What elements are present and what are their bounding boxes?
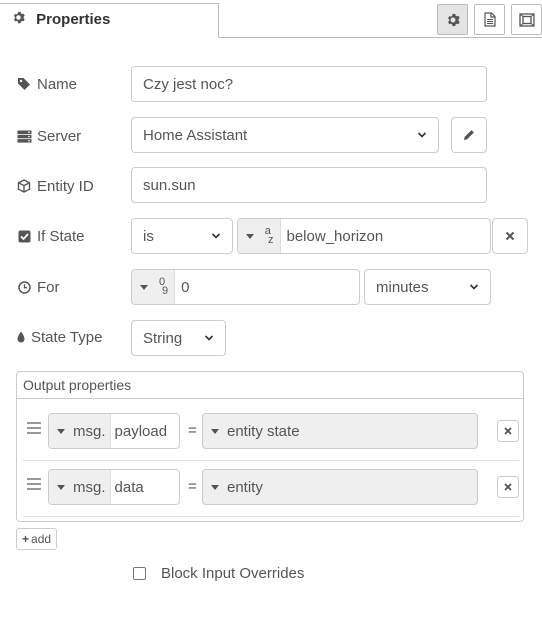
tab-properties-label: Properties	[36, 11, 111, 28]
name-label: Name	[16, 74, 77, 94]
server-select[interactable]: Home Assistant	[131, 117, 439, 153]
close-icon	[504, 427, 512, 435]
name-input[interactable]: Czy jest noc?	[131, 66, 487, 102]
chevron-down-icon	[211, 233, 221, 239]
tab-settings-button[interactable]	[437, 4, 468, 35]
remove-row-button[interactable]	[497, 476, 519, 498]
state-type-label: State Type	[16, 327, 102, 347]
chevron-down-icon	[204, 335, 214, 341]
state-type-select[interactable]: String	[131, 320, 226, 356]
cube-icon	[16, 179, 32, 193]
for-value-typedinput[interactable]: 0 9 0	[131, 269, 360, 305]
caret-down-icon	[246, 233, 254, 239]
close-icon	[505, 231, 515, 241]
output-value-select[interactable]: entity state	[202, 413, 478, 449]
chevron-down-icon	[417, 132, 427, 138]
entity-id-label: Entity ID	[16, 176, 94, 196]
drop-icon	[16, 330, 26, 344]
output-property-input[interactable]: msg. payload	[48, 413, 180, 449]
gear-icon	[12, 11, 26, 27]
equals-sign: =	[188, 422, 197, 439]
server-label: Server	[16, 126, 81, 146]
equals-sign: =	[188, 478, 197, 495]
tab-appearance-button[interactable]	[511, 4, 542, 35]
for-value: 0	[181, 278, 190, 296]
output-properties-title: Output properties	[17, 372, 523, 399]
caret-down-icon	[57, 428, 65, 434]
number-type-selector[interactable]: 0 9	[132, 270, 176, 304]
server-icon	[16, 129, 32, 143]
close-icon	[504, 483, 512, 491]
if-state-value: below_horizon	[286, 227, 384, 245]
caret-down-icon	[211, 428, 219, 434]
tab-description-button[interactable]	[474, 4, 505, 35]
if-state-label: If State	[16, 226, 85, 246]
block-input-overrides-label: Block Input Overrides	[161, 565, 305, 582]
string-type-icon: a z	[264, 225, 274, 246]
block-input-overrides-checkbox[interactable]	[133, 567, 146, 580]
remove-row-button[interactable]	[497, 420, 519, 442]
caret-down-icon	[211, 484, 219, 490]
pencil-icon	[464, 130, 474, 140]
msg-type-selector[interactable]: msg.	[49, 470, 111, 504]
clear-if-state-button[interactable]	[492, 218, 528, 254]
number-type-icon: 0 9	[159, 276, 169, 297]
output-properties-panel: Output properties msg. payload = entity …	[16, 371, 524, 522]
tag-icon	[16, 77, 32, 91]
chevron-down-icon	[469, 284, 479, 290]
output-row: msg. payload = entity state	[23, 405, 519, 461]
caret-down-icon	[57, 484, 65, 490]
clock-icon	[16, 280, 32, 294]
output-row: msg. data = entity	[23, 461, 519, 517]
output-property-input[interactable]: msg. data	[48, 469, 180, 505]
checkbox-checked-icon	[16, 229, 32, 243]
file-icon	[483, 12, 496, 27]
output-value-select[interactable]: entity	[202, 469, 478, 505]
caret-down-icon	[140, 284, 148, 290]
if-state-operator-select[interactable]: is	[131, 218, 233, 254]
for-label: For	[16, 277, 60, 297]
entity-id-input[interactable]: sun.sun	[131, 167, 487, 203]
msg-type-selector[interactable]: msg.	[49, 414, 111, 448]
add-output-button[interactable]: + add	[16, 528, 58, 550]
drag-handle-icon[interactable]	[27, 422, 41, 436]
block-input-overrides-row: Block Input Overrides	[133, 565, 304, 582]
if-state-value-typedinput[interactable]: a z below_horizon	[237, 218, 491, 254]
tab-bar: Properties	[0, 0, 542, 38]
drag-handle-icon[interactable]	[27, 478, 41, 492]
string-type-selector[interactable]: a z	[238, 219, 281, 253]
plus-icon: +	[22, 532, 30, 546]
gear-icon	[447, 13, 460, 26]
for-unit-select[interactable]: minutes	[364, 269, 491, 305]
frame-icon	[518, 12, 535, 27]
tab-properties[interactable]: Properties	[0, 3, 219, 38]
edit-server-button[interactable]	[451, 117, 487, 153]
